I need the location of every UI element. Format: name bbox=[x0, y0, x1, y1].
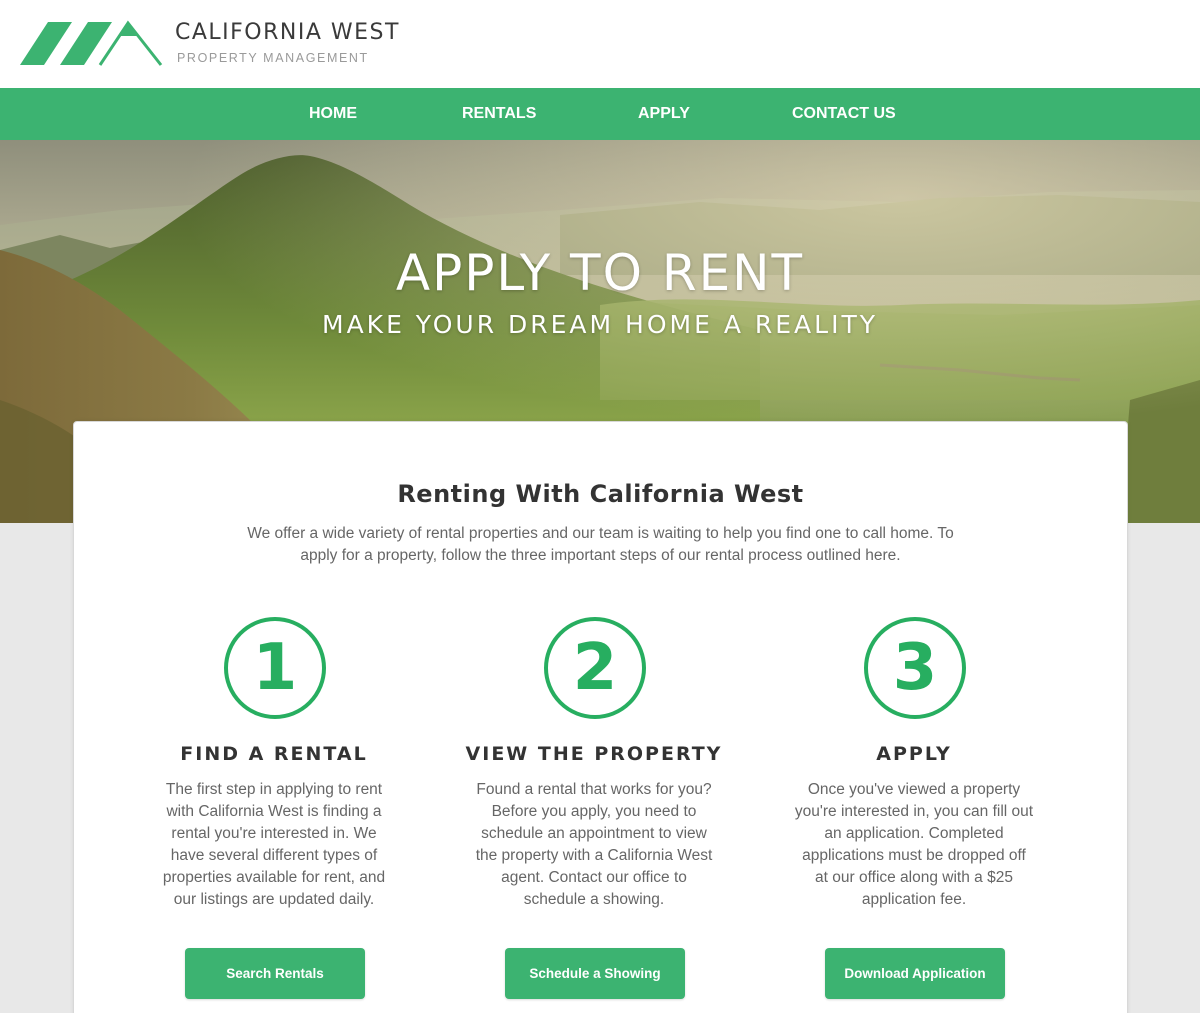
brand-name[interactable]: CALIFORNIA WEST bbox=[175, 20, 400, 45]
hero-subtitle: MAKE YOUR DREAM HOME A REALITY bbox=[322, 310, 878, 339]
nav-item-contact-us[interactable]: CONTACT US bbox=[792, 88, 896, 140]
step-description: Found a rental that works for you? Befor… bbox=[475, 781, 713, 908]
step-number: 3 bbox=[892, 631, 938, 705]
section-title: Renting With California West bbox=[397, 480, 804, 508]
house-roof-logo[interactable] bbox=[20, 20, 165, 68]
step-number: 1 bbox=[252, 631, 298, 705]
step-description: The first step in applying to rent with … bbox=[162, 781, 386, 908]
download-application-button[interactable]: Download Application bbox=[825, 948, 1005, 999]
content-card: Renting With California West We offer a … bbox=[73, 421, 1128, 1013]
step-title: FIND A RENTAL bbox=[180, 743, 368, 765]
step-number-circle: 3 bbox=[864, 617, 966, 719]
step-number-circle: 1 bbox=[224, 617, 326, 719]
site-header: CALIFORNIA WEST PROPERTY MANAGEMENT bbox=[0, 0, 1200, 88]
nav-item-rentals[interactable]: RENTALS bbox=[462, 88, 536, 140]
nav-item-home[interactable]: HOME bbox=[309, 88, 357, 140]
step-number-circle: 2 bbox=[544, 617, 646, 719]
section-intro: We offer a wide variety of rental proper… bbox=[247, 525, 954, 564]
search-rentals-button[interactable]: Search Rentals bbox=[185, 948, 365, 999]
brand-tagline: PROPERTY MANAGEMENT bbox=[177, 51, 369, 65]
step-title: VIEW THE PROPERTY bbox=[465, 743, 723, 765]
schedule-showing-button[interactable]: Schedule a Showing bbox=[505, 948, 685, 999]
nav-item-apply[interactable]: APPLY bbox=[638, 88, 690, 140]
step-number: 2 bbox=[572, 631, 618, 705]
main-nav: HOME RENTALS APPLY CONTACT US bbox=[0, 88, 1200, 140]
step-description: Once you've viewed a property you're int… bbox=[794, 781, 1034, 908]
step-title: APPLY bbox=[876, 743, 952, 765]
hero-title: APPLY TO RENT bbox=[395, 244, 805, 302]
